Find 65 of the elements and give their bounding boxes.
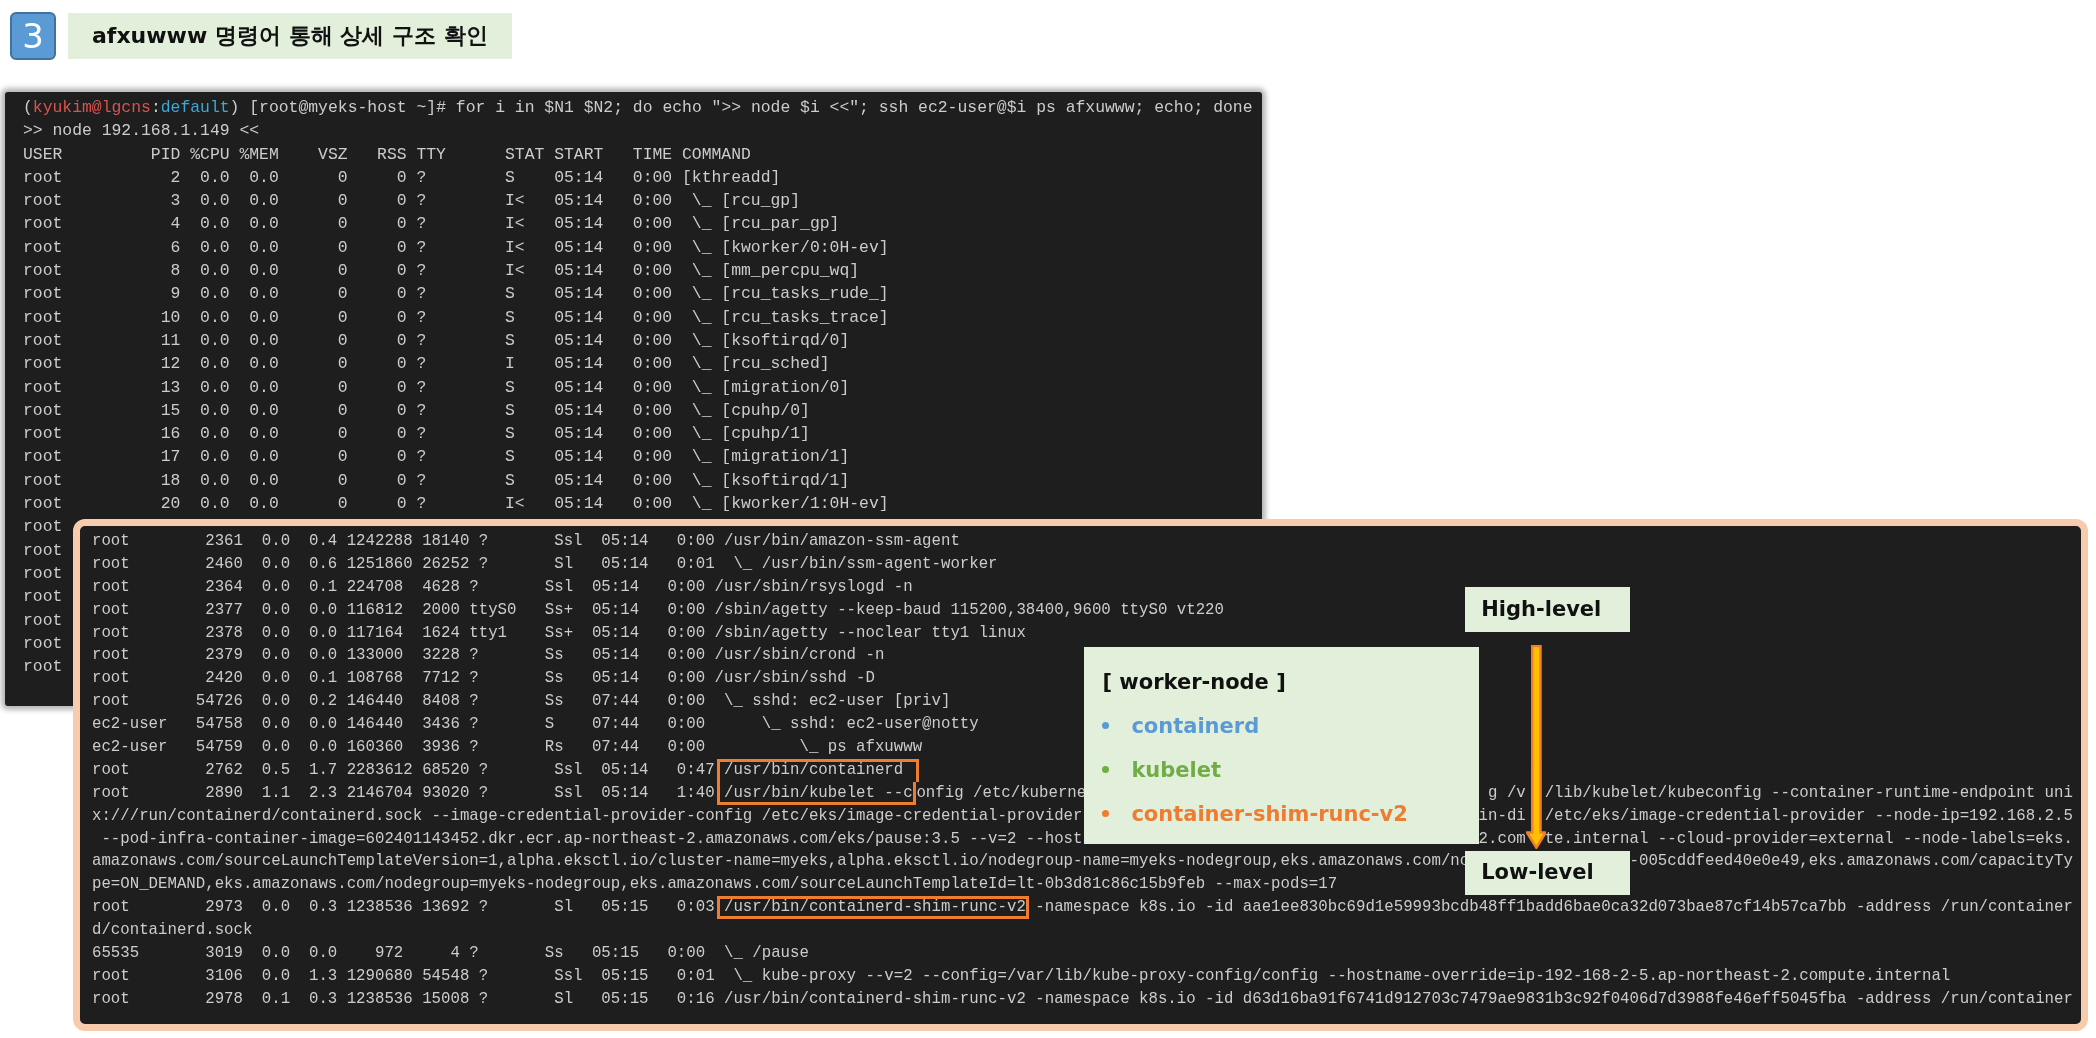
terminal-line: /lib/kubelet/kubeconfig --container-runtime-endpoint uni — [1544, 782, 2073, 804]
terminal-line: ec2-user 54759 0.0 0.0 160360 3936 ? Rs 07:44 0:00 \_ ps afxuwww — [92, 737, 923, 758]
component-name: kubelet — [1131, 756, 1222, 784]
terminal-line: root — [23, 539, 63, 562]
component-name: container-shim-runc-v2 — [1131, 800, 1408, 828]
terminal-line: (kyukim@lgcns:default) [root@myeks-host ~]# for i in $N1 $N2; do echo ">> node $i <<"; ssh ec2-user@$i ps afxuwww; echo; done — [23, 97, 1253, 119]
level-label: High-level — [1465, 586, 1631, 633]
terminal-line: root 13 0.0 0.0 0 0 ? S 05:14 0:00 \_ [migration/0] — [23, 376, 850, 399]
terminal-line: root 20 0.0 0.0 0 0 ? I< 05:14 0:00 \_ [kworker/1:0H-ev] — [23, 493, 889, 516]
highlighted-text: /usr/bin/containerd-shim-runc-v2 — [717, 896, 1029, 920]
terminal-line: root 2379 0.0 0.0 133000 3228 ? Ss 05:14 0:00 /usr/sbin/crond -n — [92, 645, 885, 667]
terminal-line: te.internal --cloud-provider=external --node-labels=eks. — [1544, 828, 2073, 850]
terminal-line: pe=ON_DEMAND,eks.amazonaws.com/nodegroup=myeks-nodegroup,eks.amazonaws.com/sourceLaunchTemplateId=lt-0b3d81c86c15b9feb --max-pods=17 — [92, 874, 1338, 896]
terminal-line: g /v — [1488, 782, 1526, 804]
terminal-line: 2.com — [1478, 828, 1526, 850]
terminal-line: root 18 0.0 0.0 0 0 ? S 05:14 0:00 \_ [ksoftirqd/1] — [23, 469, 850, 492]
terminal-line: root 11 0.0 0.0 0 0 ? S 05:14 0:00 \_ [ksoftirqd/0] — [23, 329, 850, 352]
terminal-line: root 54726 0.0 0.2 146440 8408 ? Ss 07:44 0:00 \_ sshd: ec2-user [priv] — [92, 691, 951, 713]
terminal-line: root 8 0.0 0.0 0 0 ? I< 05:14 0:00 \_ [mm_percpu_wq] — [23, 260, 860, 283]
component-name: containerd — [1131, 712, 1260, 740]
terminal-line: root 15 0.0 0.0 0 0 ? S 05:14 0:00 \_ [cpuhp/0] — [23, 399, 810, 422]
level-label: Low-level — [1465, 850, 1631, 896]
terminal-line: >> node 192.168.1.149 << — [23, 120, 260, 143]
terminal-line: root 12 0.0 0.0 0 0 ? I 05:14 0:00 \_ [rcu_sched] — [23, 353, 830, 376]
terminal-line: root 16 0.0 0.0 0 0 ? S 05:14 0:00 \_ [cpuhp/1] — [23, 423, 810, 446]
terminal-line: root — [23, 609, 63, 632]
terminal-line: root 2890 1.1 2.3 2146704 93020 ? Ssl 05:14 1:40 — [92, 782, 716, 804]
callout-title: [ worker-node ] — [1102, 668, 1286, 696]
terminal-line: root 2 0.0 0.0 0 0 ? S 05:14 0:00 [kthreadd] — [23, 166, 781, 189]
terminal-line: root 2762 0.5 1.7 2283612 68520 ? Ssl 05:14 0:47 — [92, 759, 716, 781]
terminal-line: root 2978 0.1 0.3 1238536 15008 ? Sl 05:15 0:16 /usr/bin/containerd-shim-runc-v2 -namespace k8s.io -id d63d16ba91f6741d912703c7479ae9831b3c92f0406d7d3988fe46eff5045fba -address /run/container — [92, 988, 2073, 1010]
terminal-line: root 9 0.0 0.0 0 0 ? S 05:14 0:00 \_ [rcu_tasks_rude_] — [23, 283, 889, 306]
highlighted-text: /usr/bin/containerd — [717, 758, 920, 782]
terminal-line: -namespace k8s.io -id aae1ee830bc69d1e59993bcdb48ff1badd6bae0ca32d073bae87cf14b57ca7bb -address /run/container — [1034, 897, 2073, 919]
terminal-line: root 2378 0.0 0.0 117164 1624 tty1 Ss+ 05:14 0:00 /sbin/agetty --noclear tty1 linux — [92, 622, 1026, 644]
terminal-line: root — [23, 632, 63, 655]
terminal-line: onfig /etc/kuberne — [916, 782, 1087, 804]
highlighted-text: /usr/bin/kubelet --c — [717, 781, 917, 805]
terminal-line: -005cddfeed40e0e49,eks.amazonaws.com/capacityTy — [1629, 851, 2073, 873]
terminal-line: x:///run/containerd/containerd.sock --image-credential-provider-config /etc/eks/image-credential-provider — [92, 805, 1083, 827]
terminal-line: root 2460 0.0 0.6 1251860 26252 ? Sl 05:14 0:01 \_ /usr/bin/ssm-agent-worker — [92, 553, 998, 575]
section-title: afxuwww 명령어 통해 상세 구조 확인 — [68, 13, 512, 59]
terminal-line: root 2420 0.0 0.1 108768 7712 ? Ss 05:14 0:00 /usr/sbin/sshd -D — [92, 668, 875, 690]
terminal-line: USER PID %CPU %MEM VSZ RSS TTY STAT START TIME COMMAND — [23, 143, 751, 166]
step-badge: 3 — [10, 12, 56, 60]
terminal-line: root — [23, 516, 63, 539]
terminal-line: root 6 0.0 0.0 0 0 ? I< 05:14 0:00 \_ [kworker/0:0H-ev] — [23, 236, 889, 259]
terminal-line: root 3106 0.0 1.3 1290680 54548 ? Ssl 05:15 0:01 \_ kube-proxy --v=2 --config=/var/lib/kube-proxy-config/config --hostname-override=ip-192-168-2-5.ap-northeast-2.compute.internal — [92, 965, 1951, 987]
terminal-line: --pod-infra-container-image=602401143452.dkr.ecr.ap-northeast-2.amazonaws.com/eks/pause:3.5 --v=2 --host — [100, 828, 1083, 850]
terminal-line: root 2364 0.0 0.1 224708 4628 ? Ssl 05:14 0:00 /usr/sbin/rsyslogd -n — [92, 576, 913, 598]
terminal-line: d/containerd.sock — [92, 920, 253, 942]
terminal-line: root 4 0.0 0.0 0 0 ? I< 05:14 0:00 \_ [rcu_par_gp] — [23, 213, 840, 236]
terminal-line: 65535 3019 0.0 0.0 972 4 ? Ss 05:15 0:00 \_ /pause — [92, 943, 809, 965]
terminal-line: in-di — [1478, 805, 1526, 827]
terminal-line: root 3 0.0 0.0 0 0 ? I< 05:14 0:00 \_ [rcu_gp] — [23, 190, 801, 213]
terminal-line: ec2-user 54758 0.0 0.0 146440 3436 ? S 07:44 0:00 \_ sshd: ec2-user@notty — [92, 714, 979, 736]
terminal-line: root — [23, 562, 63, 585]
terminal-line: root — [23, 586, 63, 609]
terminal-line: /etc/eks/image-credential-provider --node-ip=192.168.2.5 — [1544, 805, 2073, 827]
terminal-line: root 2973 0.0 0.3 1238536 13692 ? Sl 05:15 0:03 — [92, 897, 716, 919]
terminal-line: root — [23, 656, 63, 679]
terminal-line: root 17 0.0 0.0 0 0 ? S 05:14 0:00 \_ [migration/1] — [23, 446, 850, 469]
terminal-line: root 10 0.0 0.0 0 0 ? S 05:14 0:00 \_ [rcu_tasks_trace] — [23, 306, 889, 329]
terminal-line: root 2377 0.0 0.0 116812 2000 ttyS0 Ss+ 05:14 0:00 /sbin/agetty --keep-baud 115200,38400,9600 ttyS0 vt220 — [92, 599, 1224, 621]
terminal-line: root 2361 0.0 0.4 1242288 18140 ? Ssl 05:14 0:00 /usr/bin/amazon-ssm-agent — [92, 531, 960, 552]
